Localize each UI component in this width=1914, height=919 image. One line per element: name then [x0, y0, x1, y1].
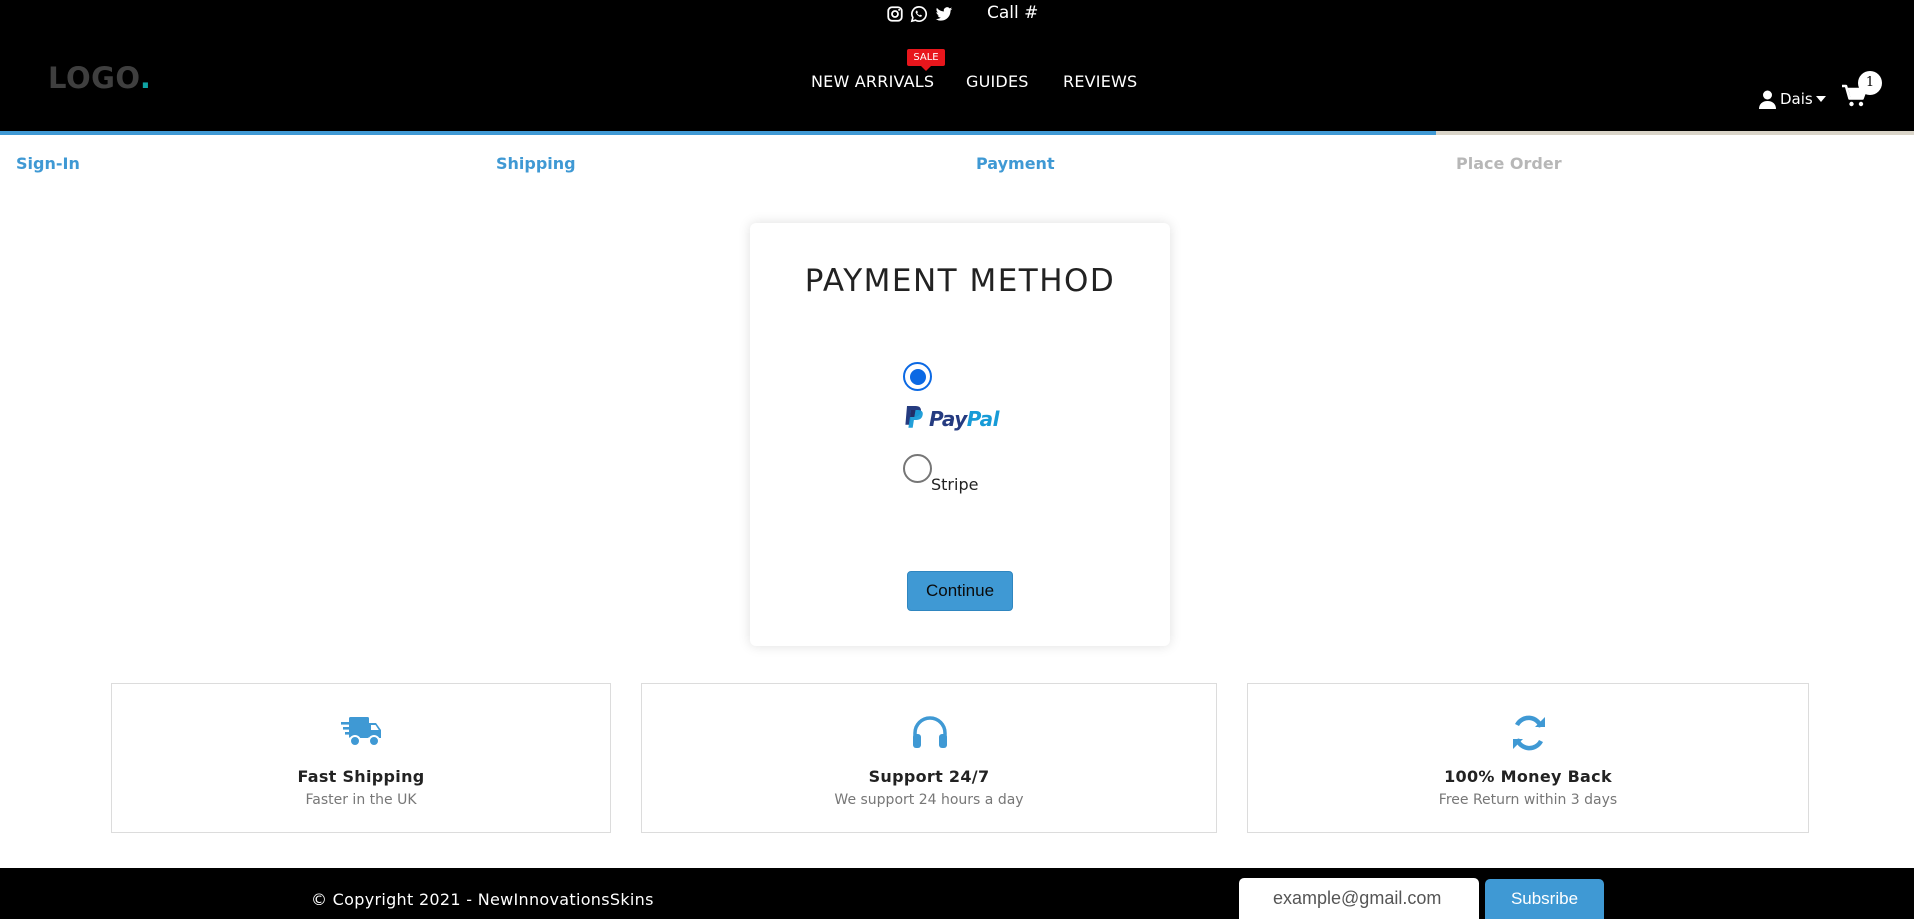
call-link[interactable]: Call #	[987, 3, 1038, 23]
checkout-progress-bar	[0, 131, 1914, 135]
nav-new-arrivals[interactable]: NEW ARRIVALS	[811, 72, 934, 91]
paypal-p-icon	[903, 405, 925, 433]
headphones-icon	[909, 714, 951, 752]
paypal-wordmark: PayPal	[929, 407, 1000, 431]
continue-button[interactable]: Continue	[907, 571, 1013, 611]
stripe-radio[interactable]	[903, 454, 932, 483]
feature-title: Fast Shipping	[297, 767, 425, 786]
feature-title: 100% Money Back	[1444, 767, 1612, 786]
step-sign-in[interactable]: Sign-In	[16, 154, 80, 173]
step-place-order: Place Order	[1456, 154, 1562, 173]
subscribe-button[interactable]: Subsribe	[1485, 879, 1604, 919]
user-icon	[1759, 90, 1776, 109]
site-logo[interactable]: LOGO.	[48, 61, 151, 95]
sale-badge: SALE	[907, 49, 945, 71]
site-footer: © Copyright 2021 - NewInnovationsSkins S…	[0, 868, 1914, 919]
feature-fast-shipping: Fast Shipping Faster in the UK	[111, 683, 611, 833]
paypal-wordmark-pay: Pay	[929, 407, 967, 431]
feature-title: Support 24/7	[868, 767, 990, 786]
instagram-icon[interactable]	[886, 5, 904, 23]
payment-method-card: PAYMENT METHOD PayPal Stripe Continue	[750, 223, 1170, 646]
feature-subtitle: Faster in the UK	[305, 792, 417, 808]
chevron-down-icon	[1815, 96, 1826, 102]
step-shipping[interactable]: Shipping	[496, 154, 576, 173]
checkout-progress-fill	[0, 131, 1436, 135]
whatsapp-icon[interactable]	[910, 5, 928, 23]
feature-support: Support 24/7 We support 24 hours a day	[641, 683, 1217, 833]
paypal-logo: PayPal	[903, 405, 1000, 433]
truck-icon	[341, 714, 383, 752]
logo-dot: .	[139, 61, 152, 95]
refresh-icon	[1508, 714, 1550, 752]
stripe-label: Stripe	[931, 475, 979, 494]
site-header: Call # LOGO. SALE NEW ARRIVALS GUIDES RE…	[0, 0, 1914, 131]
user-menu[interactable]: Dais	[1759, 88, 1826, 110]
user-name: Dais	[1780, 90, 1813, 108]
feature-money-back: 100% Money Back Free Return within 3 day…	[1247, 683, 1809, 833]
feature-subtitle: We support 24 hours a day	[834, 792, 1024, 808]
twitter-icon[interactable]	[935, 5, 953, 23]
feature-subtitle: Free Return within 3 days	[1438, 792, 1618, 808]
page-title: PAYMENT METHOD	[804, 263, 1116, 299]
logo-text: LOGO	[48, 61, 140, 95]
nav-guides[interactable]: GUIDES	[966, 72, 1029, 91]
step-payment[interactable]: Payment	[976, 154, 1055, 173]
copyright-text: © Copyright 2021 - NewInnovationsSkins	[311, 890, 654, 909]
newsletter-email-input[interactable]	[1239, 878, 1479, 919]
cart-count-badge: 1	[1858, 71, 1882, 95]
paypal-wordmark-pal: Pal	[966, 407, 1000, 431]
social-bar: Call #	[0, 0, 1914, 28]
nav-reviews[interactable]: REVIEWS	[1063, 72, 1137, 91]
paypal-radio[interactable]	[903, 362, 932, 391]
